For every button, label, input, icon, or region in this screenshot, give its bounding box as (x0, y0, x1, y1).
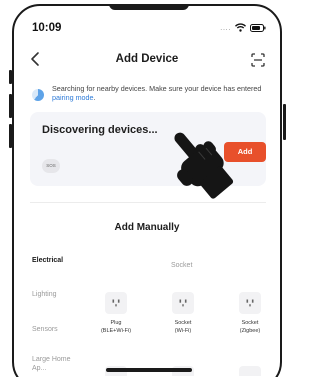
device-tile-partial[interactable] (239, 366, 261, 376)
search-info-text: Searching for nearby devices. Make sure … (52, 84, 264, 102)
device-socket-wifi[interactable]: Socket (Wi-Fi) (151, 292, 215, 335)
category-electrical[interactable]: Electrical (32, 257, 82, 266)
pairing-mode-link[interactable]: pairing mode (52, 93, 94, 102)
home-indicator (106, 368, 192, 372)
device-socket-zigbee[interactable]: Socket (Zigbee) (218, 292, 280, 335)
device-label-line1: Socket (241, 320, 259, 326)
phone-side-button (9, 94, 12, 118)
category-large-home-appliances[interactable]: Large Home Ap... (32, 356, 82, 373)
pointing-hand-icon (162, 122, 242, 202)
scan-icon (251, 53, 265, 67)
category-sensors[interactable]: Sensors (32, 326, 82, 335)
page-title: Add Device (115, 53, 179, 65)
search-info-message: Searching for nearby devices. Make sure … (52, 84, 262, 93)
device-label-line2: (BLE+Wi-Fi) (100, 327, 132, 334)
phone-notch (109, 6, 189, 10)
socket-icon (172, 292, 194, 314)
add-manually-title: Add Manually (114, 222, 180, 233)
device-label-line1: Plug (110, 320, 122, 326)
phone-frame: 10:09 .... Add Device Searching for near… (12, 4, 282, 377)
wifi-icon (235, 23, 246, 32)
screenshot-stage: 10:09 .... Add Device Searching for near… (0, 0, 295, 377)
scan-button[interactable] (250, 52, 266, 68)
search-info: Searching for nearby devices. Make sure … (32, 84, 264, 102)
socket-icon (239, 292, 261, 314)
phone-side-button (283, 104, 286, 140)
search-info-suffix: . (93, 93, 96, 102)
device-label: Plug (BLE+Wi-Fi) (84, 320, 148, 335)
plug-icon (105, 292, 127, 314)
signal-dots: .... (220, 23, 231, 32)
searching-spinner-icon (32, 89, 44, 101)
device-label: Socket (Zigbee) (218, 320, 280, 335)
phone-side-button (9, 70, 12, 84)
device-label-line2: (Wi-Fi) (174, 327, 192, 334)
device-label-line1: Socket (174, 320, 192, 326)
section-divider (30, 202, 266, 203)
discovering-title: Discovering devices... (42, 124, 158, 136)
phone-side-button (9, 124, 12, 148)
discovered-device-badge[interactable]: SOS (42, 159, 60, 173)
device-plug-ble-wifi[interactable]: Plug (BLE+Wi-Fi) (84, 292, 148, 335)
device-label: Socket (Wi-Fi) (151, 320, 215, 335)
group-label-socket: Socket (171, 262, 193, 269)
battery-icon (250, 23, 266, 32)
status-time: 10:09 (32, 22, 62, 34)
category-lighting[interactable]: Lighting (32, 291, 82, 300)
device-label-line2: (Zigbee) (239, 327, 261, 334)
status-icons: .... (220, 23, 266, 32)
